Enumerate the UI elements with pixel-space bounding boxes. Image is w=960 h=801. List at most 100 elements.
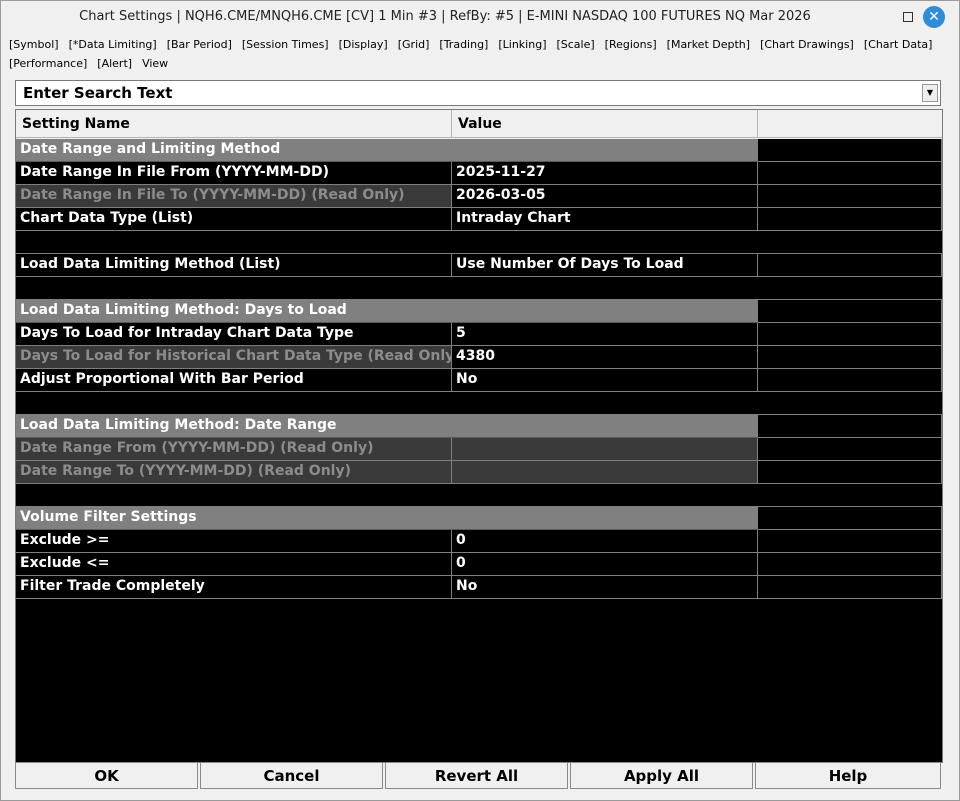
blank-row bbox=[16, 392, 942, 415]
empty-cell bbox=[758, 507, 942, 530]
empty-cell bbox=[758, 369, 942, 392]
tab-view[interactable]: View bbox=[142, 54, 168, 73]
column-header-setting-name[interactable]: Setting Name bbox=[16, 110, 452, 138]
empty-cell bbox=[16, 392, 942, 415]
empty-cell bbox=[758, 346, 942, 369]
help-button[interactable]: Help bbox=[755, 762, 941, 789]
blank-row bbox=[16, 277, 942, 300]
section-header-row: Load Data Limiting Method: Date Range bbox=[16, 415, 942, 438]
empty-cell bbox=[758, 530, 942, 553]
setting-value[interactable]: No bbox=[452, 369, 758, 392]
empty-cell bbox=[758, 162, 942, 185]
setting-row: Date Range To (YYYY-MM-DD) (Read Only) bbox=[16, 461, 942, 484]
blank-row bbox=[16, 484, 942, 507]
empty-cell bbox=[16, 484, 942, 507]
section-title[interactable]: Date Range and Limiting Method bbox=[16, 139, 758, 162]
setting-value: 4380 bbox=[452, 346, 758, 369]
setting-value[interactable]: 2025-11-27 bbox=[452, 162, 758, 185]
setting-row: Chart Data Type (List) Intraday Chart bbox=[16, 208, 942, 231]
setting-row: Adjust Proportional With Bar Period No bbox=[16, 369, 942, 392]
chart-settings-window: Chart Settings | NQH6.CME/MNQH6.CME [CV]… bbox=[0, 0, 960, 801]
maximize-icon[interactable] bbox=[903, 12, 913, 22]
setting-value[interactable]: 0 bbox=[452, 530, 758, 553]
setting-name[interactable]: Days To Load for Intraday Chart Data Typ… bbox=[16, 323, 452, 346]
setting-name[interactable]: Date Range To (YYYY-MM-DD) (Read Only) bbox=[16, 461, 452, 484]
dialog-footer: OK Cancel Revert All Apply All Help bbox=[15, 762, 941, 790]
section-title[interactable]: Load Data Limiting Method: Days to Load bbox=[16, 300, 758, 323]
setting-row: Exclude <= 0 bbox=[16, 553, 942, 576]
dropdown-arrow-icon[interactable]: ▼ bbox=[922, 84, 938, 102]
setting-row: Load Data Limiting Method (List) Use Numb… bbox=[16, 254, 942, 277]
setting-value[interactable]: No bbox=[452, 576, 758, 599]
setting-name[interactable]: Date Range From (YYYY-MM-DD) (Read Only) bbox=[16, 438, 452, 461]
setting-name[interactable]: Exclude <= bbox=[16, 553, 452, 576]
setting-row: Filter Trade Completely No bbox=[16, 576, 942, 599]
empty-cell bbox=[758, 438, 942, 461]
setting-row: Date Range In File From (YYYY-MM-DD) 2025… bbox=[16, 162, 942, 185]
tab-scale[interactable]: [Scale] bbox=[556, 35, 594, 54]
tab-regions[interactable]: [Regions] bbox=[605, 35, 657, 54]
empty-cell bbox=[758, 254, 942, 277]
setting-value[interactable]: 0 bbox=[452, 553, 758, 576]
empty-cell bbox=[758, 461, 942, 484]
grid-header: Setting Name Value bbox=[16, 110, 942, 139]
tab-market-depth[interactable]: [Market Depth] bbox=[667, 35, 750, 54]
apply-all-button[interactable]: Apply All bbox=[570, 762, 753, 789]
setting-name[interactable]: Date Range In File From (YYYY-MM-DD) bbox=[16, 162, 452, 185]
empty-cell bbox=[758, 139, 942, 162]
tab-chart-data[interactable]: [Chart Data] bbox=[864, 35, 933, 54]
tab-data-limiting[interactable]: [*Data Limiting] bbox=[69, 35, 157, 54]
section-header-row: Date Range and Limiting Method bbox=[16, 139, 942, 162]
setting-name[interactable]: Exclude >= bbox=[16, 530, 452, 553]
setting-row: Date Range From (YYYY-MM-DD) (Read Only) bbox=[16, 438, 942, 461]
tab-alert[interactable]: [Alert] bbox=[97, 54, 132, 73]
setting-row: Date Range In File To (YYYY-MM-DD) (Read… bbox=[16, 185, 942, 208]
setting-value: 2026-03-05 bbox=[452, 185, 758, 208]
empty-cell bbox=[758, 300, 942, 323]
cancel-button[interactable]: Cancel bbox=[200, 762, 383, 789]
tab-display[interactable]: [Display] bbox=[339, 35, 388, 54]
setting-row: Exclude >= 0 bbox=[16, 530, 942, 553]
blank-row bbox=[16, 231, 942, 254]
empty-cell bbox=[758, 553, 942, 576]
section-title[interactable]: Load Data Limiting Method: Date Range bbox=[16, 415, 758, 438]
setting-name[interactable]: Filter Trade Completely bbox=[16, 576, 452, 599]
column-header-value[interactable]: Value bbox=[452, 110, 758, 138]
tab-chart-drawings[interactable]: [Chart Drawings] bbox=[760, 35, 854, 54]
setting-name[interactable]: Adjust Proportional With Bar Period bbox=[16, 369, 452, 392]
tab-grid[interactable]: [Grid] bbox=[398, 35, 430, 54]
window-title: Chart Settings | NQH6.CME/MNQH6.CME [CV]… bbox=[79, 9, 811, 24]
tab-trading[interactable]: [Trading] bbox=[439, 35, 488, 54]
search-input[interactable]: Enter Search Text bbox=[23, 81, 172, 105]
setting-value bbox=[452, 461, 758, 484]
empty-cell bbox=[16, 231, 942, 254]
setting-name[interactable]: Days To Load for Historical Chart Data T… bbox=[16, 346, 452, 369]
search-combobox[interactable]: Enter Search Text ▼ bbox=[15, 80, 941, 106]
tab-performance[interactable]: [Performance] bbox=[9, 54, 87, 73]
empty-cell bbox=[758, 208, 942, 231]
ok-button[interactable]: OK bbox=[15, 762, 198, 789]
settings-tabs: [Symbol] [*Data Limiting] [Bar Period] [Ses… bbox=[9, 35, 949, 73]
settings-grid: Setting Name Value Date Range and Limiti… bbox=[15, 109, 943, 763]
setting-value[interactable]: Use Number Of Days To Load bbox=[452, 254, 758, 277]
empty-cell bbox=[758, 576, 942, 599]
tab-session-times[interactable]: [Session Times] bbox=[242, 35, 329, 54]
tab-bar-period[interactable]: [Bar Period] bbox=[167, 35, 232, 54]
empty-cell bbox=[758, 415, 942, 438]
setting-value[interactable]: Intraday Chart bbox=[452, 208, 758, 231]
column-header-empty bbox=[758, 110, 942, 138]
setting-name[interactable]: Load Data Limiting Method (List) bbox=[16, 254, 452, 277]
empty-cell bbox=[758, 323, 942, 346]
section-title[interactable]: Volume Filter Settings bbox=[16, 507, 758, 530]
empty-cell bbox=[16, 277, 942, 300]
setting-value bbox=[452, 438, 758, 461]
tab-linking[interactable]: [Linking] bbox=[498, 35, 546, 54]
tab-symbol[interactable]: [Symbol] bbox=[9, 35, 59, 54]
setting-value[interactable]: 5 bbox=[452, 323, 758, 346]
setting-name[interactable]: Chart Data Type (List) bbox=[16, 208, 452, 231]
revert-all-button[interactable]: Revert All bbox=[385, 762, 568, 789]
section-header-row: Load Data Limiting Method: Days to Load bbox=[16, 300, 942, 323]
close-icon[interactable]: ✕ bbox=[923, 6, 945, 28]
setting-name[interactable]: Date Range In File To (YYYY-MM-DD) (Read… bbox=[16, 185, 452, 208]
title-bar: Chart Settings | NQH6.CME/MNQH6.CME [CV]… bbox=[1, 1, 959, 33]
